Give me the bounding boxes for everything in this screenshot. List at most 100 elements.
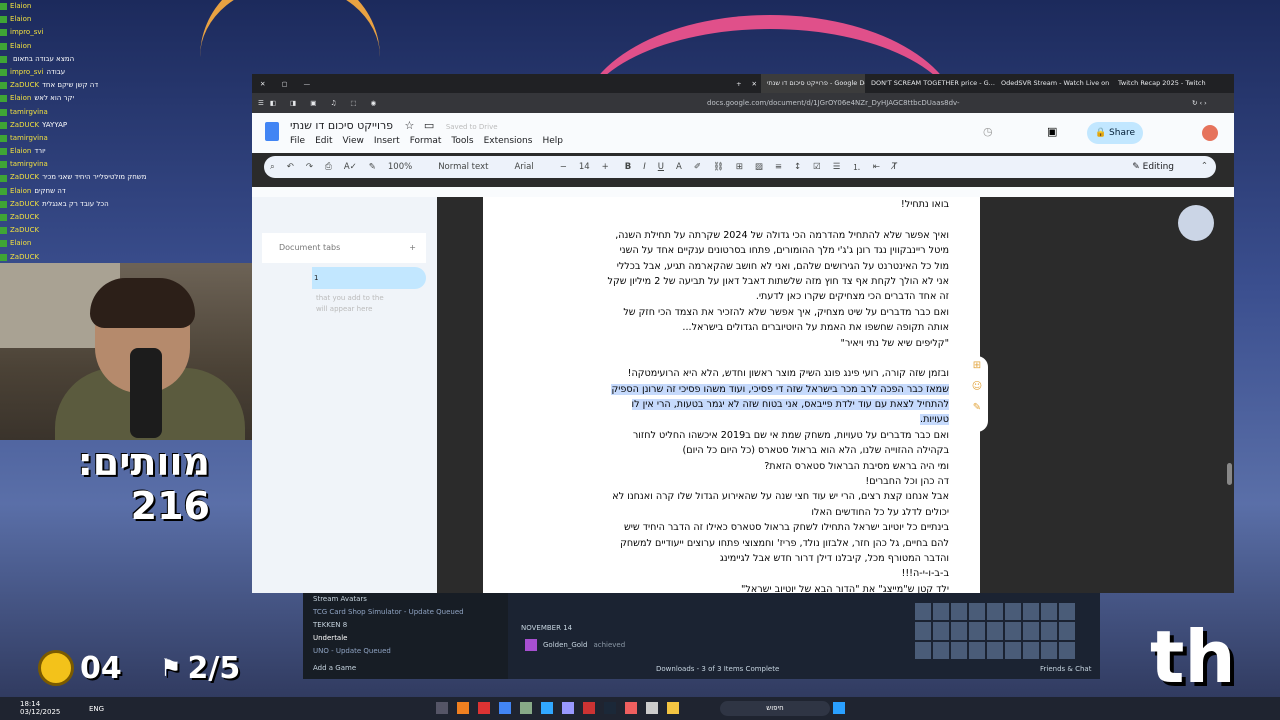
document-paragraph-line[interactable]: אותה תקופה שחשפו את האמת על היוטיוברים ה… — [503, 320, 949, 335]
friend-avatar[interactable] — [969, 603, 985, 621]
friends-chat-button[interactable]: Friends & Chat — [1040, 665, 1091, 673]
document-paragraph-line[interactable]: ואם כבר מדברים על שיט מצחיק, איך אפשר של… — [503, 305, 949, 320]
paint-format-icon[interactable]: ✎ — [363, 162, 382, 172]
numbered-list-icon[interactable]: ⒈ — [846, 161, 867, 173]
menu-item-tools[interactable]: Tools — [451, 136, 473, 146]
tab-kick-stream[interactable]: OdedSVR Stream - Watch Live on Ki... — [995, 74, 1112, 93]
friend-avatar[interactable] — [1023, 603, 1039, 621]
steam-game-item[interactable]: TEKKEN 8 — [303, 619, 508, 632]
folder-icon[interactable]: ▭ — [424, 119, 434, 132]
friend-avatar[interactable] — [951, 603, 967, 621]
collapse-toolbar-icon[interactable]: ⌃ — [1201, 161, 1208, 171]
steam-game-item[interactable]: Undertale — [303, 632, 508, 645]
app-icon[interactable] — [499, 702, 511, 714]
reload-icon[interactable]: ↻ ‹ › — [1192, 93, 1207, 113]
document-paragraph-line[interactable]: יכולים לדלג על כל החודשים האלו — [503, 505, 949, 520]
friend-avatar[interactable] — [987, 603, 1003, 621]
italic-icon[interactable]: I — [637, 162, 652, 172]
add-game-button[interactable]: Add a Game — [303, 662, 508, 675]
document-paragraph-line[interactable]: והדבר המטורף מכל, קיבלנו דילן דרור חדש א… — [503, 551, 949, 566]
comment-icon[interactable]: ⊞ — [730, 162, 749, 172]
highlight-icon[interactable]: ✐ — [688, 162, 707, 172]
link-icon[interactable]: ⛓ — [707, 162, 730, 172]
document-paragraph-line[interactable]: בקהילה ההזוייה שלנו, הלא הוא בראול סטארס… — [503, 443, 949, 458]
indent-icon[interactable]: ⇤ — [867, 162, 886, 172]
app-icon[interactable] — [541, 702, 553, 714]
document-paragraph-line[interactable]: מול כל האינטרנט על הגירושים שלהם, ואני ל… — [503, 259, 949, 274]
font-size-decrease[interactable]: − — [554, 162, 573, 172]
friend-avatar[interactable] — [933, 603, 949, 621]
document-paragraph-line[interactable]: שמאז כבר הפכה לרב מכר בישראל שזה די פסיכ… — [503, 382, 949, 397]
app-icon[interactable] — [583, 702, 595, 714]
tab-dont-scream[interactable]: DON'T SCREAM TOGETHER price - G... — [865, 74, 995, 93]
zoom-select[interactable]: 100% — [382, 162, 418, 172]
friend-avatar[interactable] — [1041, 641, 1057, 659]
print-icon[interactable]: ⎙ — [319, 162, 338, 172]
bullet-list-icon[interactable]: ☰ — [827, 162, 847, 172]
document-paragraph-line[interactable]: להם בחיים, גל כהן חזר, אלבזון נולד, פריז… — [503, 536, 949, 551]
friend-avatar[interactable] — [915, 622, 931, 640]
app-icon[interactable] — [562, 702, 574, 714]
app-icon[interactable] — [667, 702, 679, 714]
close-icon[interactable]: ✕ — [252, 80, 273, 88]
bold-icon[interactable]: B — [619, 162, 637, 172]
menu-item-extensions[interactable]: Extensions — [484, 136, 533, 146]
tab-twitch-recap[interactable]: Twitch Recap 2025 - Twitch — [1112, 74, 1234, 93]
friend-avatar[interactable] — [933, 622, 949, 640]
tab-search-icon[interactable]: ▢ — [273, 80, 295, 88]
document-title[interactable]: פרוייקט סיכום דו שנתי ☆ ▭ Saved to Drive — [290, 119, 498, 132]
undo-icon[interactable]: ↶ — [281, 162, 300, 172]
emoji-reaction-icon[interactable]: ☺ — [966, 381, 988, 392]
suggest-edits-icon[interactable]: ✎ — [966, 402, 988, 413]
document-paragraph-line[interactable] — [503, 212, 949, 227]
friend-avatar[interactable] — [915, 641, 931, 659]
spellcheck-icon[interactable]: A✓ — [338, 162, 363, 172]
underline-icon[interactable]: U — [652, 162, 670, 172]
scrollbar-thumb[interactable] — [1227, 463, 1232, 485]
achievement-user[interactable]: Golden_Gold — [543, 641, 587, 649]
friend-avatar[interactable] — [915, 603, 931, 621]
friend-avatar[interactable] — [951, 622, 967, 640]
star-icon[interactable]: ☆ — [405, 119, 415, 132]
minimize-icon[interactable]: — — [296, 80, 319, 88]
line-spacing-icon[interactable]: ↕ — [788, 162, 807, 172]
tab-google-docs[interactable]: פרוייקט סיכום דו שנתי - Google Docs — [761, 74, 865, 93]
dark-mode-toggle-icon[interactable] — [1178, 205, 1214, 241]
downloads-status[interactable]: Downloads - 3 of 3 Items Complete — [656, 665, 779, 673]
menu-item-format[interactable]: Format — [410, 136, 442, 146]
account-avatar[interactable] — [1202, 125, 1218, 141]
friend-avatar[interactable] — [1005, 603, 1021, 621]
document-paragraph-line[interactable]: בואו נתחיל! — [503, 197, 949, 212]
document-paragraph-line[interactable]: ואיך אפשר שלא להתחיל מהדרמה הכי גדולה של… — [503, 228, 949, 243]
redo-icon[interactable]: ↷ — [300, 162, 319, 172]
app-icon[interactable] — [625, 702, 637, 714]
friend-avatar[interactable] — [969, 622, 985, 640]
app-icon[interactable] — [457, 702, 469, 714]
add-tab-icon[interactable]: + — [409, 233, 416, 263]
friend-avatar[interactable] — [969, 641, 985, 659]
friend-avatar[interactable] — [1041, 603, 1057, 621]
friend-avatar[interactable] — [951, 641, 967, 659]
image-icon[interactable]: ▨ — [749, 162, 769, 172]
document-paragraph-line[interactable]: "קליפים שיא של נתי ויאיר" — [503, 336, 949, 351]
search-icon[interactable]: ⌕ — [264, 162, 281, 172]
history-icon[interactable]: ◷ — [983, 125, 993, 138]
document-paragraph-line[interactable]: ילד קטן ש"מייצג" את "הדור הבא של יוטיוב … — [503, 582, 949, 593]
document-paragraph-line[interactable]: בינתיים כל יוטיוב ישראל התחילו לשחק בראו… — [503, 520, 949, 535]
font-size-increase[interactable]: + — [596, 162, 615, 172]
menu-item-file[interactable]: File — [290, 136, 305, 146]
friend-avatar[interactable] — [933, 641, 949, 659]
font-select[interactable]: Arial — [508, 162, 539, 172]
document-paragraph-line[interactable] — [503, 351, 949, 366]
document-paragraph-line[interactable]: דה כהן וכל החברים! — [503, 474, 949, 489]
meet-icon[interactable]: ▣ — [1047, 125, 1057, 138]
document-paragraph-line[interactable]: זה אחד הדברים הכי מצחיקים שקרו כאן לדעתי… — [503, 289, 949, 304]
document-paragraph-line[interactable]: ובזמן שזה קורה, רועי פינג פונג השיק מוצר… — [503, 366, 949, 381]
document-paragraph-line[interactable]: ואם כבר מדברים על טעויות, משחק שמת אי שם… — [503, 428, 949, 443]
friend-avatar[interactable] — [987, 622, 1003, 640]
document-paragraph-line[interactable]: אבל אנחנו קצת רצים, הרי יש עוד חצי שנה ע… — [503, 489, 949, 504]
document-tab-item[interactable]: 1 — [312, 267, 426, 289]
document-paragraph-line[interactable]: ומי היה בראש מסיבת הבראול סטארס הזאת? — [503, 459, 949, 474]
friend-avatar[interactable] — [1023, 622, 1039, 640]
editing-mode-select[interactable]: ✎ Editing — [1120, 157, 1186, 177]
